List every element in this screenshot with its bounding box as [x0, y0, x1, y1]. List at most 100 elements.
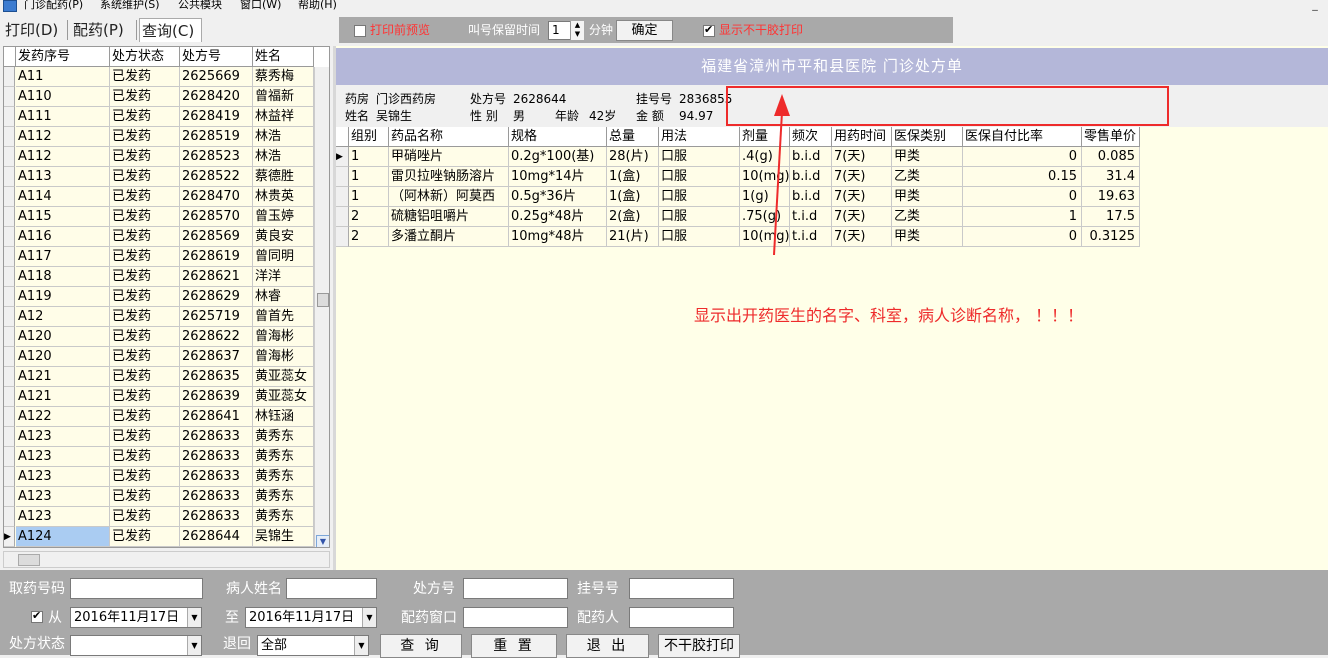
query-button[interactable]: 查 询: [380, 634, 462, 658]
list-row[interactable]: A112 已发药 2628519 林浩: [4, 127, 314, 147]
row-selector[interactable]: [4, 447, 15, 467]
row-selector[interactable]: [4, 67, 15, 87]
scroll-thumb[interactable]: [317, 293, 329, 307]
row-selector[interactable]: [4, 267, 15, 287]
chevron-down-icon[interactable]: ▼: [187, 636, 201, 655]
row-selector[interactable]: [4, 167, 15, 187]
row-selector[interactable]: [4, 187, 15, 207]
row-selector[interactable]: [4, 387, 15, 407]
dispenser-input[interactable]: [629, 607, 734, 628]
list-row[interactable]: A121 已发药 2628639 黄亚蕊女: [4, 387, 314, 407]
rx-row-selector[interactable]: [336, 167, 349, 187]
exit-button[interactable]: 退 出: [566, 634, 649, 658]
rx-col-header[interactable]: 规格: [509, 127, 607, 147]
patient-name-input[interactable]: [286, 578, 377, 599]
row-selector[interactable]: [4, 347, 15, 367]
tab-query[interactable]: 查询(C): [139, 18, 202, 42]
menu-item-help[interactable]: 帮助(H): [298, 0, 337, 10]
rx-col-header[interactable]: 用法: [659, 127, 740, 147]
minimize-icon[interactable]: _: [1308, 0, 1322, 12]
rx-col-header[interactable]: 零售单价: [1082, 127, 1140, 147]
col-header-name[interactable]: 姓名: [253, 47, 314, 67]
confirm-button[interactable]: 确定: [616, 20, 673, 41]
rx-no-input[interactable]: [463, 578, 568, 599]
chevron-down-icon[interactable]: ▼: [187, 608, 201, 627]
row-selector[interactable]: ▶: [4, 527, 15, 547]
row-selector[interactable]: [4, 147, 15, 167]
list-row[interactable]: A121 已发药 2628635 黄亚蕊女: [4, 367, 314, 387]
rx-col-header[interactable]: 医保类别: [892, 127, 963, 147]
list-row[interactable]: A110 已发药 2628420 曾福新: [4, 87, 314, 107]
tab-print[interactable]: 打印(D): [3, 18, 60, 42]
list-row[interactable]: A118 已发药 2628621 洋洋: [4, 267, 314, 287]
chevron-down-icon[interactable]: ▼: [362, 608, 376, 627]
rx-col-header[interactable]: 总量: [607, 127, 659, 147]
horizontal-scrollbar[interactable]: [3, 551, 330, 568]
sticker-print-button[interactable]: 不干胶打印: [658, 634, 740, 658]
reset-button[interactable]: 重 置: [471, 634, 557, 658]
row-selector[interactable]: [4, 247, 15, 267]
list-row[interactable]: A120 已发药 2628622 曾海彬: [4, 327, 314, 347]
menu-item-system[interactable]: 系统维护(S): [100, 0, 160, 10]
rx-row-selector[interactable]: [336, 207, 349, 227]
col-header-rx-no[interactable]: 处方号: [180, 47, 253, 67]
list-row[interactable]: ▶ A124 已发药 2628644 吴锦生: [4, 527, 314, 547]
list-row[interactable]: A117 已发药 2628619 曾同明: [4, 247, 314, 267]
list-row[interactable]: A119 已发药 2628629 林睿: [4, 287, 314, 307]
row-selector[interactable]: [4, 367, 15, 387]
from-date-checkbox[interactable]: [31, 609, 43, 623]
preview-checkbox[interactable]: [354, 25, 366, 37]
reg-no-input[interactable]: [629, 578, 734, 599]
window-input[interactable]: [463, 607, 568, 628]
rx-row-selector[interactable]: ▶: [336, 147, 349, 167]
row-selector[interactable]: [4, 287, 15, 307]
list-row[interactable]: A123 已发药 2628633 黄秀东: [4, 427, 314, 447]
row-selector[interactable]: [4, 87, 15, 107]
rx-col-header[interactable]: 药品名称: [389, 127, 509, 147]
rx-row-selector[interactable]: [336, 227, 349, 247]
spin-up-icon[interactable]: ▲: [571, 21, 584, 30]
rx-row-selector[interactable]: [336, 187, 349, 207]
vertical-scrollbar[interactable]: ▼: [314, 67, 329, 547]
menu-item-public[interactable]: 公共模块: [178, 0, 222, 10]
spin-down-icon[interactable]: ▼: [571, 30, 584, 39]
chevron-down-icon[interactable]: ▼: [354, 636, 368, 655]
from-date-picker[interactable]: 2016年11月17日 ▼: [70, 607, 202, 628]
row-selector[interactable]: [4, 327, 15, 347]
list-row[interactable]: A114 已发药 2628470 林贵英: [4, 187, 314, 207]
list-row[interactable]: A123 已发药 2628633 黄秀东: [4, 467, 314, 487]
rx-col-header[interactable]: 用药时间: [832, 127, 892, 147]
col-header-seq[interactable]: 发药序号: [16, 47, 110, 67]
list-row[interactable]: A123 已发药 2628633 黄秀东: [4, 447, 314, 467]
row-selector[interactable]: [4, 407, 15, 427]
to-date-picker[interactable]: 2016年11月17日 ▼: [245, 607, 377, 628]
hscroll-thumb[interactable]: [18, 554, 40, 566]
rx-col-header[interactable]: 组别: [349, 127, 389, 147]
row-selector[interactable]: [4, 427, 15, 447]
scroll-down-icon[interactable]: ▼: [316, 535, 329, 547]
list-row[interactable]: A112 已发药 2628523 林浩: [4, 147, 314, 167]
row-selector[interactable]: [4, 207, 15, 227]
status-select[interactable]: ▼: [70, 635, 202, 656]
spin-buttons[interactable]: ▲ ▼: [570, 21, 584, 40]
menu-item-window[interactable]: 窗口(W): [240, 0, 281, 10]
rx-col-header[interactable]: 医保自付比率: [963, 127, 1082, 147]
list-row[interactable]: A123 已发药 2628633 黄秀东: [4, 507, 314, 527]
list-row[interactable]: A11 已发药 2625669 蔡秀梅: [4, 67, 314, 87]
col-header-status[interactable]: 处方状态: [110, 47, 180, 67]
tab-dispense[interactable]: 配药(P): [71, 18, 126, 42]
list-row[interactable]: A116 已发药 2628569 黄良安: [4, 227, 314, 247]
row-selector[interactable]: [4, 107, 15, 127]
row-selector[interactable]: [4, 307, 15, 327]
list-row[interactable]: A12 已发药 2625719 曾首先: [4, 307, 314, 327]
row-selector[interactable]: [4, 127, 15, 147]
row-selector[interactable]: [4, 227, 15, 247]
menu-item-dispense[interactable]: 门诊配药(P): [24, 0, 83, 10]
fetch-no-input[interactable]: [70, 578, 203, 599]
list-row[interactable]: A115 已发药 2628570 曾玉婷: [4, 207, 314, 227]
sticker-print-checkbox[interactable]: [703, 23, 715, 37]
row-selector[interactable]: [4, 507, 15, 527]
list-row[interactable]: A120 已发药 2628637 曾海彬: [4, 347, 314, 367]
row-selector[interactable]: [4, 487, 15, 507]
list-row[interactable]: A123 已发药 2628633 黄秀东: [4, 487, 314, 507]
